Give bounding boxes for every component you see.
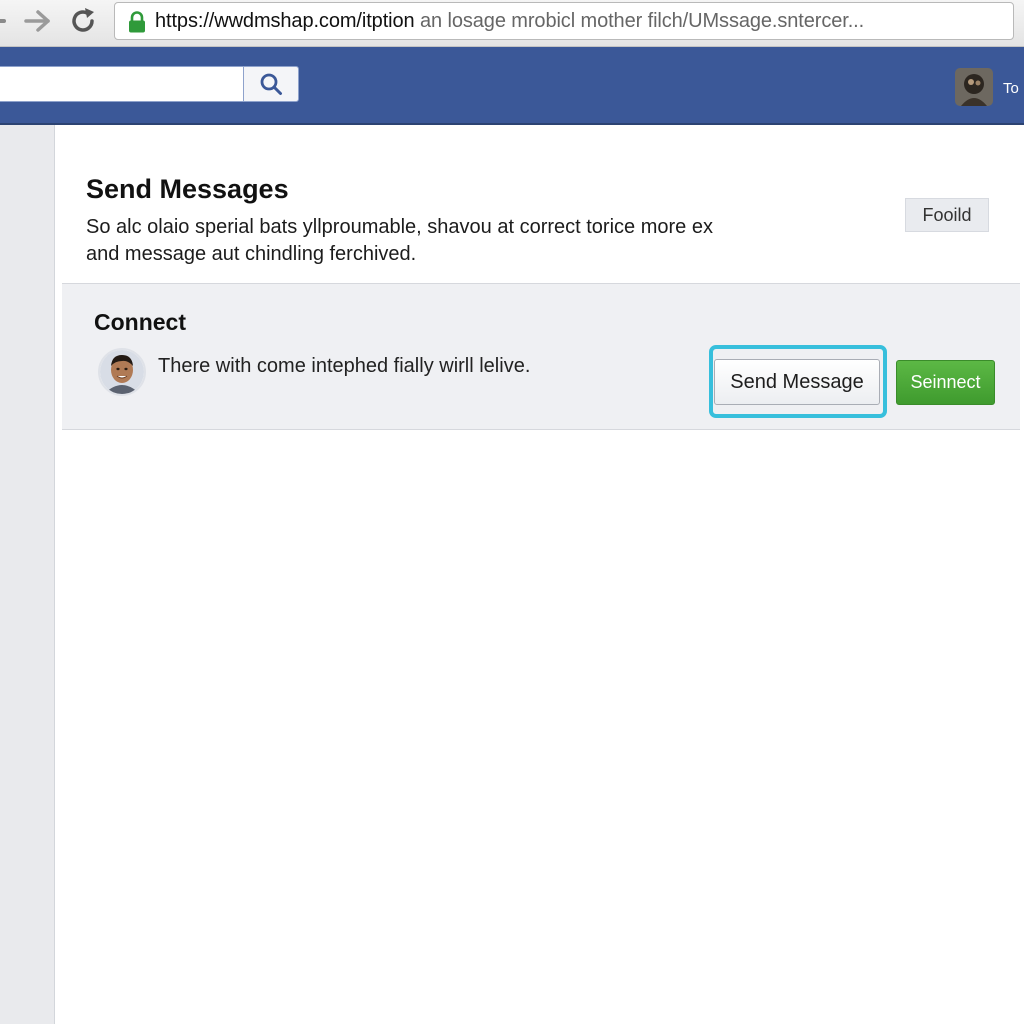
connect-title: Connect [94,309,186,335]
page-description-line-2: and message aut chindling ferchived. [86,243,417,265]
left-sidebar [0,125,55,1024]
connect-description: There with come intephed fially wirll le… [158,355,531,377]
connect-panel: Connect There with come intephed fially … [62,283,1020,430]
lock-icon [129,11,145,33]
page-title: Send Messages [86,174,289,204]
browser-toolbar: https://wwdmshap.com/itption an losage m… [0,0,1024,47]
search-input[interactable] [0,66,244,102]
profile-photo-icon [955,68,993,106]
address-bar[interactable]: https://wwdmshap.com/itption an losage m… [114,2,1014,40]
person-icon [100,350,144,394]
reload-button[interactable] [64,4,102,38]
arrow-left-icon [0,19,6,23]
back-button[interactable] [0,4,10,38]
search-button[interactable] [243,66,299,102]
url-path: an losage mrobicl mother filch/UMssage.s… [414,10,865,32]
forward-button[interactable] [20,4,56,38]
connect-button[interactable]: Seinnect [896,360,995,405]
search-icon [260,73,282,95]
contact-avatar[interactable] [98,348,146,396]
site-header [0,47,1024,125]
reload-icon [72,8,94,32]
found-badge[interactable]: Fooild [905,198,989,232]
page-description-line-1: So alc olaio sperial bats yllproumable, … [86,216,713,238]
arrow-right-icon [24,10,50,32]
url-host: https://wwdmshap.com/itption [155,10,415,32]
send-message-button[interactable]: Send Message [714,359,880,405]
url-text: https://wwdmshap.com/itption an losage m… [155,10,864,33]
profile-avatar[interactable] [955,68,993,106]
header-user-name[interactable]: To [1003,80,1019,97]
